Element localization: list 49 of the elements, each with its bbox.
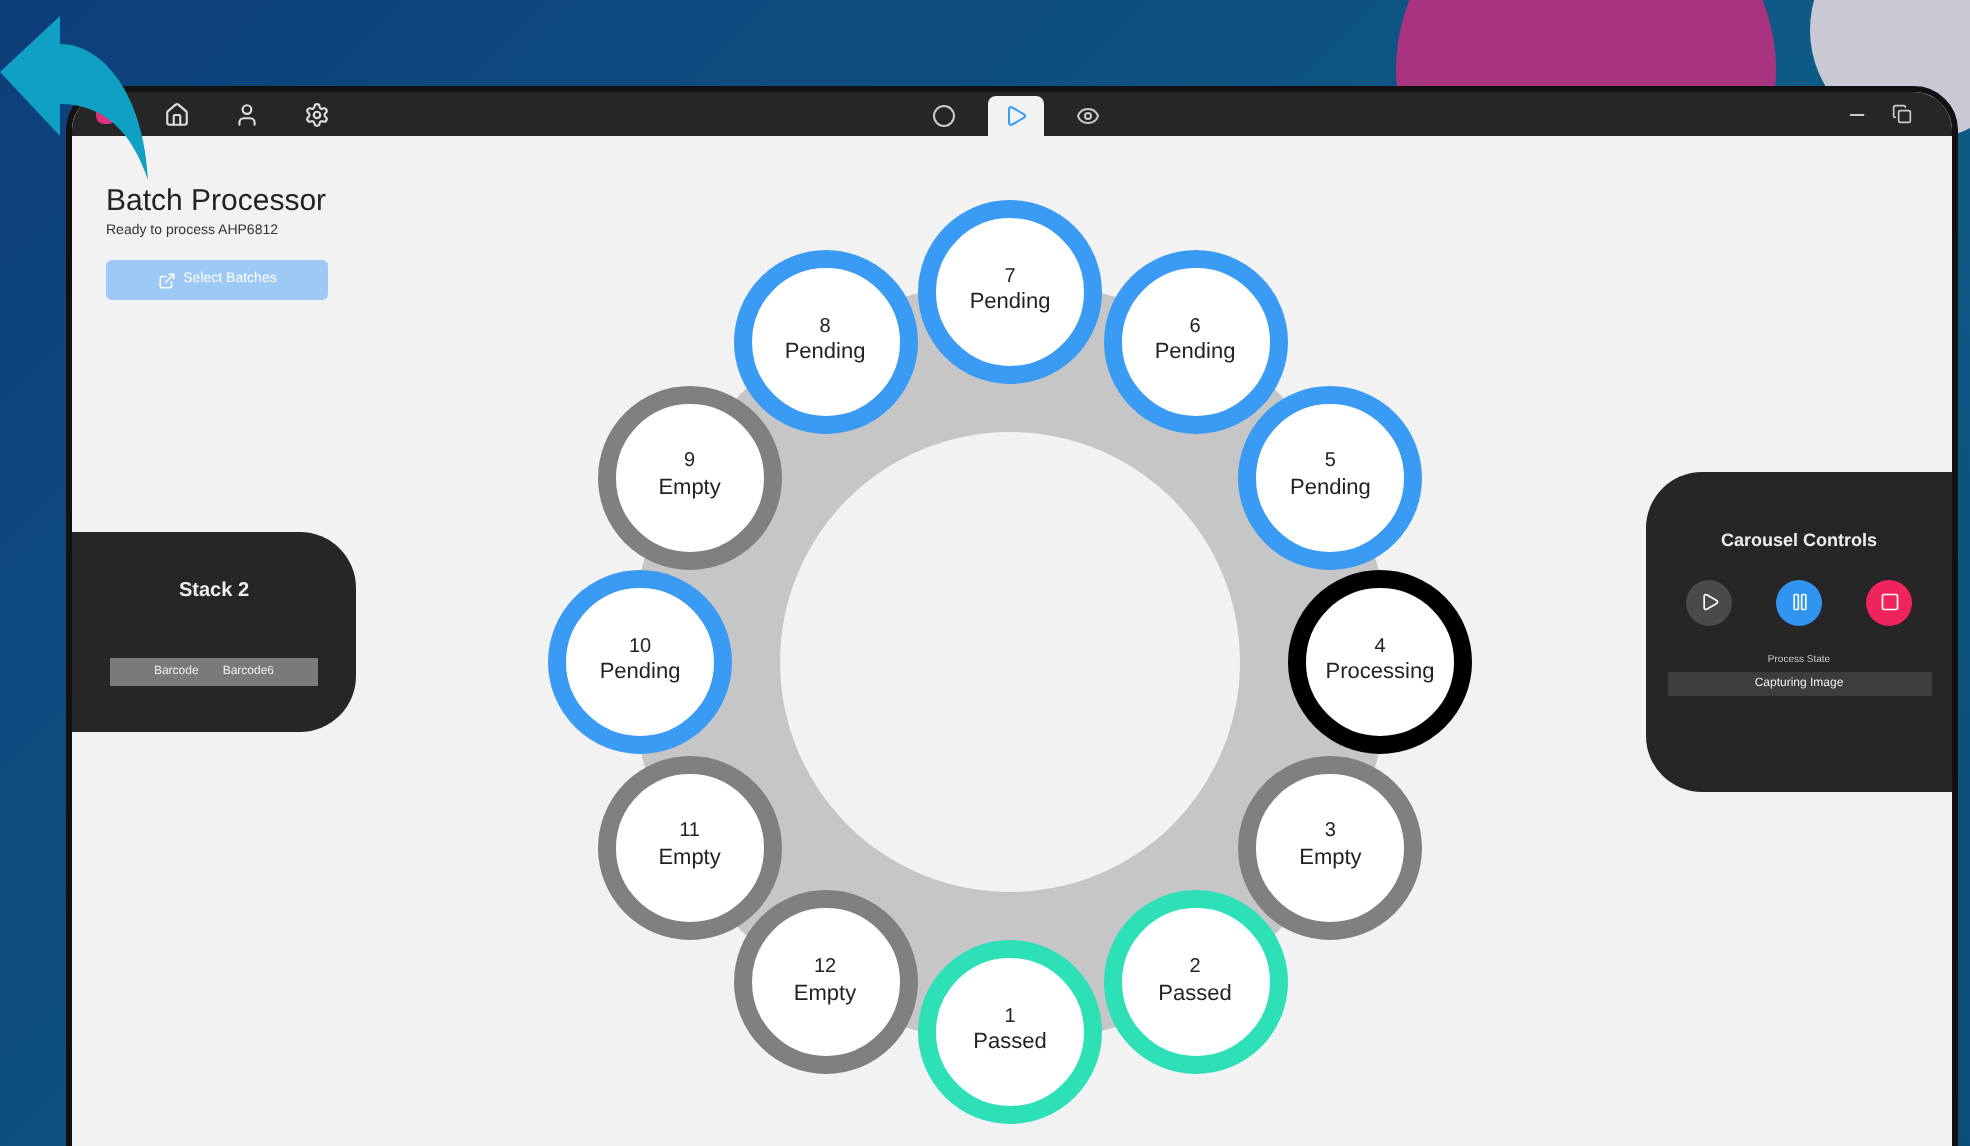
slot-number: 1 xyxy=(1004,1005,1016,1031)
slot-number: 5 xyxy=(1324,450,1336,476)
slot-status: Empty xyxy=(658,845,721,874)
slot-number: 9 xyxy=(684,450,696,476)
slot-number: 7 xyxy=(1004,265,1016,291)
home-icon[interactable] xyxy=(164,101,190,127)
carousel-slot[interactable]: 6 Pending xyxy=(1103,249,1287,434)
pause-icon xyxy=(1789,592,1809,612)
slot-number: 11 xyxy=(679,820,700,846)
slot-number: 3 xyxy=(1324,820,1336,846)
external-link-icon xyxy=(157,271,176,290)
restore-icon xyxy=(1892,104,1912,124)
slot-status: Passed xyxy=(973,1030,1047,1059)
carousel-slot[interactable]: 10 Pending xyxy=(548,570,732,754)
carousel-slot[interactable]: 9 Empty xyxy=(597,385,782,569)
carousel-slot[interactable]: 5 Pending xyxy=(1238,385,1423,569)
slot-number: 10 xyxy=(628,635,652,661)
restore-button[interactable] xyxy=(1892,104,1912,124)
eye-icon xyxy=(1076,104,1100,128)
slot-status: Empty xyxy=(1299,845,1362,874)
slot-number: 2 xyxy=(1189,956,1201,982)
stop-icon xyxy=(1879,592,1899,612)
slot-number: 4 xyxy=(1374,635,1386,661)
slot-status: Pending xyxy=(784,340,866,368)
carousel-slot[interactable]: 7 Pending xyxy=(918,200,1102,384)
panel-title: Carousel Controls xyxy=(1720,528,1877,554)
slot-number: 8 xyxy=(819,315,831,341)
stop-button[interactable] xyxy=(1866,579,1912,625)
slot-status: Pending xyxy=(1290,475,1371,504)
carousel-slot[interactable]: 8 Pending xyxy=(733,249,917,434)
slot-status: Passed xyxy=(1158,981,1232,1009)
slot-status: Pending xyxy=(599,660,681,689)
slot-status: Pending xyxy=(969,290,1051,319)
slot-status: Processing xyxy=(1325,660,1435,689)
play-icon xyxy=(1004,104,1028,128)
slot-status: Empty xyxy=(793,981,857,1009)
page-title: Batch Processor xyxy=(106,184,327,222)
play-icon xyxy=(1699,592,1719,612)
pause-button[interactable] xyxy=(1776,579,1822,625)
user-icon[interactable] xyxy=(234,101,260,127)
slot-number: 6 xyxy=(1189,315,1201,341)
carousel-slot[interactable]: 12 Empty xyxy=(733,890,917,1075)
carousel-slot[interactable]: 11 Empty xyxy=(597,755,782,939)
settings-icon[interactable] xyxy=(304,101,330,127)
slot-status: Pending xyxy=(1154,340,1236,368)
slot-number: 12 xyxy=(813,956,837,982)
stack-title: Stack 2 xyxy=(178,578,250,606)
circle-icon xyxy=(932,104,956,128)
slot-status: Empty xyxy=(658,475,721,504)
